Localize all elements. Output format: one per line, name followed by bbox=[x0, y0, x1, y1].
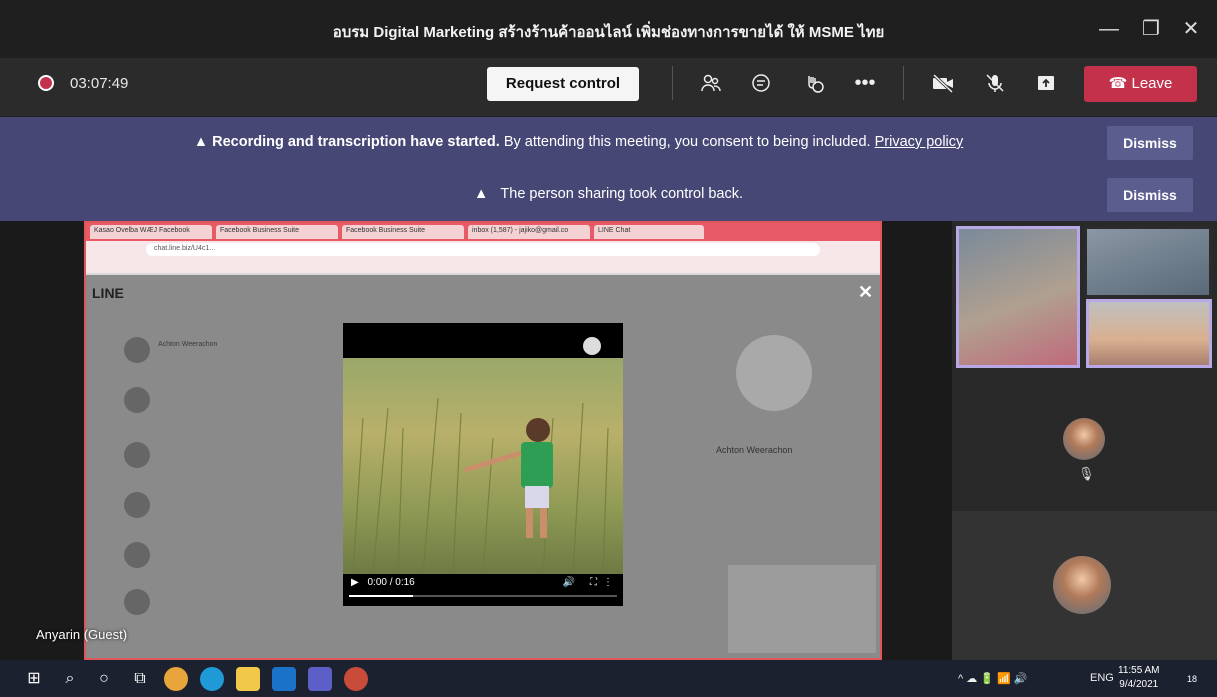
notifications-icon[interactable]: 18 bbox=[1180, 667, 1204, 691]
minimize-button[interactable]: — bbox=[1094, 14, 1124, 44]
recording-bold-text: Recording and transcription have started… bbox=[212, 134, 500, 150]
warning-icon: ▲ bbox=[473, 186, 489, 202]
video-progress[interactable] bbox=[349, 595, 617, 597]
browser-tab[interactable]: inbox (1,587) - jajiko@gmail.co bbox=[468, 225, 590, 239]
profile-name: Achton Weerachon bbox=[716, 445, 793, 455]
chat-icon[interactable] bbox=[744, 68, 778, 98]
recording-banner: ▲ Recording and transcription have start… bbox=[0, 117, 1217, 169]
list-item[interactable] bbox=[124, 490, 274, 524]
system-clock[interactable]: 11:55 AM 9/4/2021 bbox=[1118, 664, 1160, 692]
video-tile[interactable] bbox=[1084, 226, 1212, 298]
file-explorer-icon[interactable] bbox=[236, 667, 260, 691]
participant-avatar[interactable] bbox=[1053, 556, 1111, 614]
meeting-timer: 03:07:49 bbox=[70, 75, 129, 92]
mic-off-icon[interactable] bbox=[978, 68, 1012, 98]
edge-icon[interactable] bbox=[200, 667, 224, 691]
cortana-icon[interactable]: ○ bbox=[92, 667, 116, 691]
more-options-icon[interactable]: ⋮ bbox=[603, 577, 613, 588]
participant-name: Anyarin (Guest) bbox=[36, 627, 128, 642]
chrome-app-icon[interactable] bbox=[344, 667, 368, 691]
windows-start-icon[interactable]: ⊞ bbox=[22, 667, 46, 691]
video-frame[interactable] bbox=[343, 358, 623, 574]
volume-icon[interactable]: 🔊 bbox=[563, 577, 575, 588]
recording-text: By attending this meeting, you consent t… bbox=[503, 134, 871, 150]
privacy-policy-link[interactable]: Privacy policy bbox=[875, 134, 964, 150]
chat-panel bbox=[728, 565, 876, 653]
browser-tab[interactable]: Kasao Ovelba WÆJ Facebook bbox=[90, 225, 212, 239]
outlook-icon[interactable] bbox=[272, 667, 296, 691]
camera-off-icon[interactable] bbox=[926, 68, 960, 98]
video-time: 0:00 / 0:16 bbox=[367, 577, 415, 588]
close-button[interactable]: ✕ bbox=[1176, 14, 1206, 44]
clock-date: 9/4/2021 bbox=[1119, 679, 1159, 690]
list-item[interactable] bbox=[124, 540, 274, 574]
list-item[interactable] bbox=[124, 440, 274, 474]
video-player[interactable]: ▶ 0:00 / 0:16 🔊 ⛶ ⋮ bbox=[343, 323, 623, 606]
bookmarks-bar bbox=[86, 259, 880, 273]
browser-tab[interactable]: Facebook Business Suite bbox=[216, 225, 338, 239]
leave-label: Leave bbox=[1131, 75, 1173, 92]
settings-icon[interactable] bbox=[583, 337, 601, 355]
close-icon[interactable]: ✕ bbox=[858, 282, 873, 303]
browser-tab[interactable]: LINE Chat bbox=[594, 225, 704, 239]
mic-off-icon: 🎙 bbox=[1078, 466, 1095, 481]
avatar bbox=[124, 387, 150, 413]
avatar bbox=[124, 492, 150, 518]
participant-avatar[interactable] bbox=[1063, 418, 1105, 460]
reactions-icon[interactable] bbox=[797, 68, 831, 98]
notification-count: 18 bbox=[1186, 674, 1197, 684]
dismiss-button[interactable]: Dismiss bbox=[1107, 178, 1193, 212]
avatar bbox=[124, 442, 150, 468]
profile-avatar bbox=[736, 335, 812, 411]
control-text: The person sharing took control back. bbox=[500, 186, 744, 202]
title-bar: อบรม Digital Marketing สร้างร้านค้าออนไล… bbox=[0, 0, 1217, 58]
recording-message: ▲ Recording and transcription have start… bbox=[0, 134, 1217, 150]
search-icon[interactable]: ⌕ bbox=[58, 667, 82, 691]
avatar bbox=[124, 589, 150, 615]
avatar bbox=[124, 542, 150, 568]
more-icon[interactable]: ••• bbox=[848, 68, 882, 98]
language-indicator[interactable]: ENG bbox=[1090, 672, 1114, 684]
phone-icon: ☎ bbox=[1108, 75, 1128, 92]
browser-tab-strip: Kasao Ovelba WÆJ Facebook Facebook Busin… bbox=[86, 223, 880, 241]
video-controls: ▶ 0:00 / 0:16 🔊 ⛶ ⋮ bbox=[351, 577, 615, 597]
recording-icon bbox=[38, 75, 54, 91]
warning-icon: ▲ bbox=[193, 134, 209, 150]
tray-icons[interactable]: ^ ☁ 🔋 📶 🔊 bbox=[958, 672, 1027, 685]
avatar bbox=[124, 337, 150, 363]
dismiss-button[interactable]: Dismiss bbox=[1107, 126, 1193, 160]
video-tile[interactable] bbox=[956, 226, 1080, 368]
window-title: อบรม Digital Marketing สร้างร้านค้าออนไล… bbox=[332, 24, 885, 41]
list-item[interactable]: Achton Weerachon bbox=[124, 335, 274, 369]
control-message: ▲ The person sharing took control back. bbox=[0, 186, 1217, 202]
address-bar: chat.line.biz/U4c1... bbox=[86, 241, 880, 259]
task-view-icon[interactable]: ⧉ bbox=[128, 667, 152, 691]
toolbar-divider bbox=[903, 66, 904, 100]
toolbar-divider bbox=[672, 66, 673, 100]
leave-button[interactable]: ☎ Leave bbox=[1084, 66, 1197, 102]
teams-icon[interactable] bbox=[308, 667, 332, 691]
contact-name: Achton Weerachon bbox=[158, 341, 218, 348]
people-icon[interactable] bbox=[694, 68, 728, 98]
control-banner: ▲ The person sharing took control back. … bbox=[0, 169, 1217, 221]
maximize-button[interactable]: ❐ bbox=[1136, 14, 1166, 44]
video-tile[interactable] bbox=[1086, 299, 1212, 368]
play-icon[interactable]: ▶ bbox=[351, 577, 359, 588]
clock-time: 11:55 AM bbox=[1118, 665, 1160, 676]
video-progress-fill bbox=[349, 595, 414, 597]
line-logo: LINE bbox=[92, 285, 124, 301]
browser-tab[interactable]: Facebook Business Suite bbox=[342, 225, 464, 239]
fullscreen-icon[interactable]: ⛶ bbox=[590, 577, 597, 588]
share-icon[interactable] bbox=[1029, 68, 1063, 98]
request-control-button[interactable]: Request control bbox=[487, 67, 639, 101]
url-field[interactable]: chat.line.biz/U4c1... bbox=[146, 243, 820, 256]
chrome-icon[interactable] bbox=[164, 667, 188, 691]
list-item[interactable] bbox=[124, 587, 274, 621]
list-item[interactable] bbox=[124, 385, 274, 419]
